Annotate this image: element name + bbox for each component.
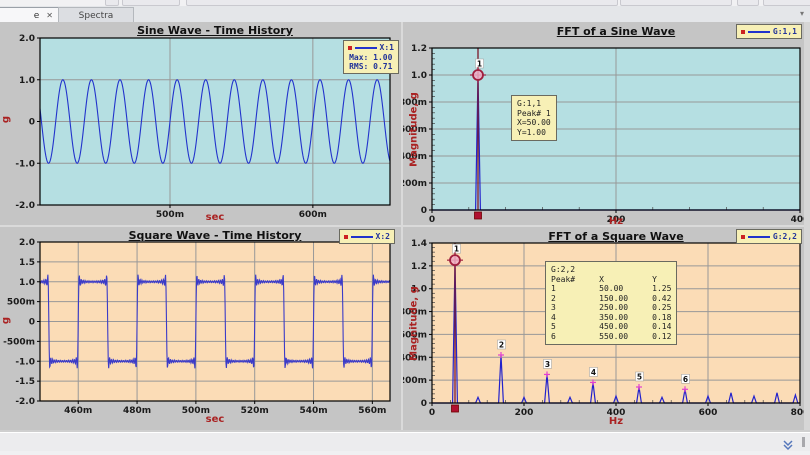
tab-bar: e ✕ Spectra ▾ [0, 6, 810, 23]
legend-box[interactable]: X:2 [339, 229, 395, 244]
panel-fft-square: 1.41.21.0800m600m400m200m002004006008002… [403, 227, 810, 430]
sine-time-history-chart[interactable]: 2.01.00-1.0-2.0500m600m [0, 22, 401, 225]
svg-text:1.5: 1.5 [19, 258, 35, 268]
plot-grid: 2.01.00-1.0-2.0500m600m Sine Wave - Time… [0, 22, 810, 430]
legend-marker-square [348, 46, 352, 50]
legend-marker-square [741, 235, 745, 239]
svg-text:-500m: -500m [3, 337, 35, 347]
double-chevron-down-icon[interactable] [782, 436, 794, 448]
svg-text:-1.5: -1.5 [15, 377, 35, 387]
legend-marker-line [748, 31, 770, 33]
legend-marker-line [355, 47, 377, 49]
right-gutter [804, 22, 810, 430]
svg-text:0: 0 [29, 318, 35, 328]
svg-text:1.0: 1.0 [19, 76, 35, 86]
legend-marker-line [748, 236, 770, 238]
legend-box[interactable]: X:1 Max: 1.00 RMS: 0.71 [343, 40, 399, 74]
panel-square-time-history: 2.01.51.0500m0-500m-1.0-1.5-2.0460m480m5… [0, 227, 401, 430]
panel-sine-time-history: 2.01.00-1.0-2.0500m600m Sine Wave - Time… [0, 22, 401, 225]
panel-divider-horizontal[interactable] [0, 225, 810, 227]
y-axis-label: Magnitude, g [409, 279, 420, 369]
legend-marker-square [344, 235, 348, 239]
svg-text:5: 5 [637, 373, 642, 382]
plot-title: Sine Wave - Time History [40, 24, 390, 37]
tab-close-icon[interactable]: ✕ [44, 10, 55, 21]
y-axis-label: g [1, 309, 12, 333]
svg-text:-2.0: -2.0 [15, 397, 35, 407]
svg-text:0: 0 [29, 118, 35, 128]
tab-label: e [34, 11, 40, 21]
tab-spectra[interactable]: Spectra [58, 7, 134, 23]
peak-annotation-box[interactable]: G:1,1 Peak# 1 X=50.00 Y=1.00 [511, 95, 557, 141]
svg-text:2.0: 2.0 [19, 238, 35, 248]
chevron-down-icon[interactable]: ▾ [800, 9, 804, 18]
resize-grip[interactable] [802, 437, 805, 447]
legend-series-label: X:2 [376, 232, 390, 241]
svg-text:500m: 500m [7, 298, 35, 308]
y-axis-label: g [1, 108, 12, 132]
svg-text:2.0: 2.0 [19, 34, 35, 44]
svg-text:6: 6 [683, 375, 688, 384]
svg-text:0: 0 [421, 206, 427, 216]
square-time-history-chart[interactable]: 2.01.51.0500m0-500m-1.0-1.5-2.0460m480m5… [0, 227, 401, 430]
svg-text:200m: 200m [403, 376, 427, 386]
svg-text:-2.0: -2.0 [15, 201, 35, 211]
svg-text:0: 0 [421, 399, 427, 409]
plot-title: Square Wave - Time History [40, 229, 390, 242]
svg-text:4: 4 [591, 368, 596, 377]
svg-text:1.2: 1.2 [411, 44, 427, 54]
svg-text:200m: 200m [403, 179, 427, 189]
svg-text:1.2: 1.2 [411, 262, 427, 272]
x-axis-label: Hz [432, 416, 800, 427]
legend-series-label: G:2,2 [773, 232, 797, 241]
peak-table-box[interactable]: G:2,2 Peak# X Y 1 50.00 1.25 2 150.00 0.… [545, 261, 677, 345]
fft-sine-chart[interactable]: 1.21.0800m600m400m200m002004001 [403, 22, 810, 225]
svg-text:3: 3 [545, 360, 550, 369]
status-bar [0, 432, 810, 451]
legend-marker-square [741, 30, 745, 34]
legend-marker-line [351, 236, 373, 238]
legend-box[interactable]: G:1,1 [736, 24, 802, 39]
x-axis-label: sec [40, 212, 390, 223]
svg-text:1.0: 1.0 [411, 71, 427, 81]
legend-stats: Max: 1.00 RMS: 0.71 [348, 53, 394, 71]
tab-label: Spectra [79, 11, 114, 21]
panel-fft-sine: 1.21.0800m600m400m200m002004001 FFT of a… [403, 22, 810, 225]
x-axis-label: sec [40, 414, 390, 425]
legend-series-label: X:1 [380, 43, 394, 52]
y-axis-label: Magnitude, g [409, 85, 420, 175]
svg-text:2: 2 [499, 341, 504, 350]
tab-current-partial[interactable]: e ✕ [0, 7, 59, 23]
svg-text:1.4: 1.4 [411, 239, 427, 249]
svg-text:-1.0: -1.0 [15, 159, 35, 169]
legend-series-label: G:1,1 [773, 27, 797, 36]
legend-box[interactable]: G:2,2 [736, 229, 802, 244]
svg-text:-1.0: -1.0 [15, 357, 35, 367]
svg-text:1.0: 1.0 [19, 278, 35, 288]
